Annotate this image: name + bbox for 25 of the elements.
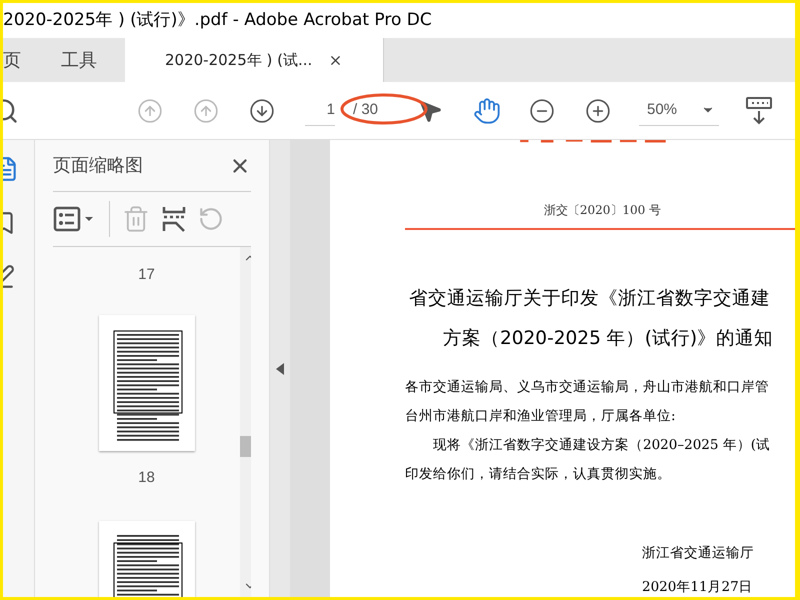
addressee-line: 各市交通运输局、义乌市交通运输局，舟山市港航和口岸管 — [405, 378, 770, 396]
page-count: / 30 — [353, 100, 380, 120]
signature: 浙江省交通运输厅 — [642, 544, 755, 562]
page-thumbnail[interactable] — [98, 314, 194, 450]
body-text-line: 印发给你们，请结合实际，认真贯彻实施。 — [405, 465, 672, 484]
zoom-out-icon[interactable] — [529, 98, 555, 124]
page-number-field[interactable]: 1 — [305, 96, 335, 126]
window-title: 2020-2025年 ) (试行)》.pdf - Adobe Acrobat Pro DC — [3, 8, 432, 32]
tab[interactable]: 2020-2025年 ) (试... — [125, 38, 384, 82]
document-title: 方案（2020-2025 年）(试行)》的通知 — [443, 326, 774, 351]
addressee-line: 台州市港航口岸和渔业管理局，厅属各单位: — [405, 406, 677, 426]
keyboard-arrow-icon[interactable] — [745, 96, 773, 126]
body-text-line: 现将《浙江省数字交通建设方案（2020–2025 年）(试 — [433, 436, 772, 455]
hand-icon[interactable] — [473, 96, 501, 124]
zoom-dropdown[interactable]: 50% — [639, 96, 719, 126]
panel-title: 页面缩略图 — [53, 154, 143, 178]
zoom-in-icon[interactable] — [585, 98, 611, 124]
page-label: 17 — [138, 265, 155, 285]
document-title: 省交通运输厅关于印发《浙江省数字交通建 — [409, 287, 770, 311]
document-date: 2020年11月27日 — [642, 578, 754, 597]
document-number: 浙交〔2020〕100 号 — [544, 202, 662, 220]
page-label: 18 — [138, 468, 155, 488]
collapse-arrow-icon[interactable] — [276, 362, 284, 374]
insert-page-icon[interactable] — [162, 205, 186, 233]
next-page-icon[interactable] — [249, 98, 275, 124]
